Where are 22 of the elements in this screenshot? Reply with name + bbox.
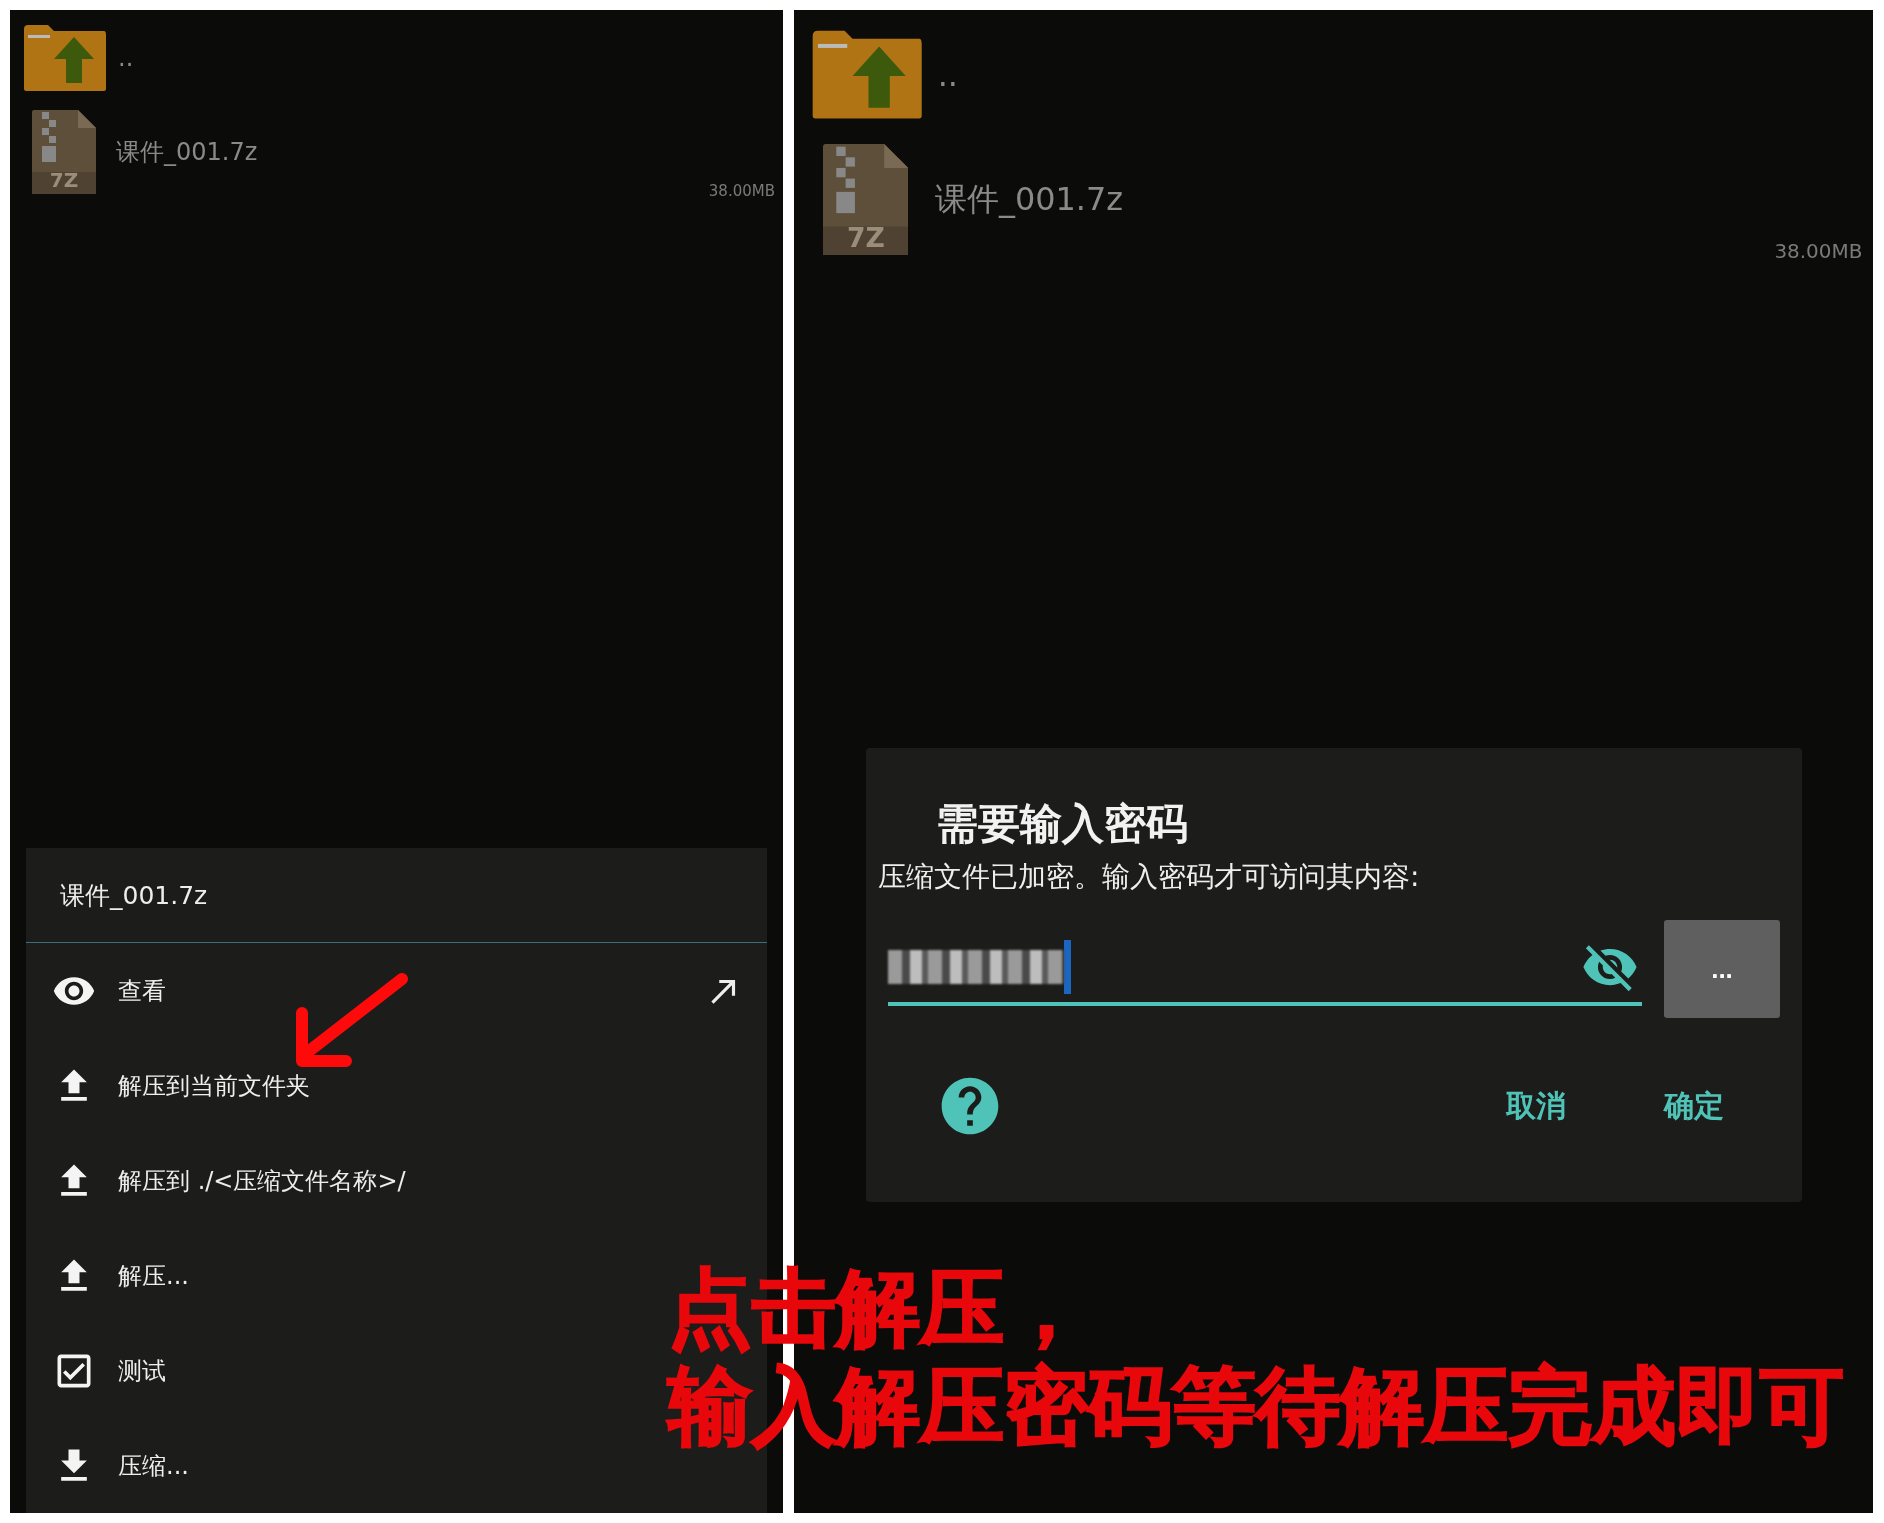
parent-folder-name[interactable]: ..: [937, 55, 958, 94]
sheet-title: 课件_001.7z: [26, 848, 767, 943]
menu-item[interactable]: 解压到当前文件夹: [26, 1038, 334, 1133]
more-button[interactable]: ...: [1664, 920, 1780, 1018]
text-cursor: [1064, 940, 1071, 994]
menu-item[interactable]: 解压...: [26, 1228, 213, 1323]
dialog-title: 需要输入密码: [936, 798, 1189, 850]
menu-item[interactable]: 测试: [26, 1323, 190, 1418]
file-name[interactable]: 课件_001.7z: [116, 136, 258, 168]
menu-item[interactable]: 压缩...: [26, 1418, 213, 1513]
cancel-button[interactable]: 取消: [1500, 1081, 1572, 1131]
parent-folder-icon: [22, 23, 108, 93]
menu-item[interactable]: 解压到 ./<压缩文件名称>/: [26, 1133, 430, 1228]
parent-folder-name[interactable]: ..: [118, 44, 134, 72]
file-type-label: 7Z: [48, 168, 80, 192]
file-type-label: 7Z: [845, 221, 886, 253]
menu-item[interactable]: 查看: [26, 943, 767, 1038]
dialog-message: 压缩文件已加密。输入密码才可访问其内容:: [878, 859, 1421, 895]
file-name[interactable]: 课件_001.7z: [934, 178, 1123, 222]
file-size: 38.00MB: [708, 182, 775, 200]
confirm-button[interactable]: 确定: [1658, 1081, 1730, 1131]
file-size: 38.00MB: [1774, 239, 1863, 264]
